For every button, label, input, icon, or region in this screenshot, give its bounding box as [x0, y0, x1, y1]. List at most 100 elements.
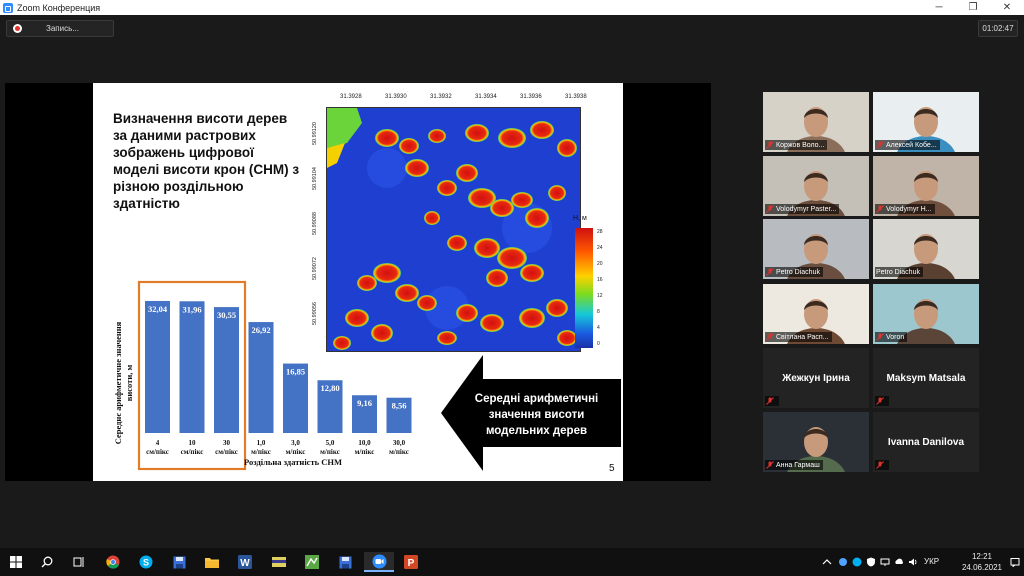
mic-muted-icon: [876, 205, 884, 213]
chart-tick-label: 30: [223, 439, 231, 447]
map-top-tick: 31.3938: [565, 94, 587, 100]
participant-name: Petro Diachuk: [876, 268, 920, 276]
map-top-ticks: 31.3928 31.3930 31.3932 31.3934 31.3936 31.39…: [326, 94, 587, 106]
chart-tick-label-unit: м/пікс: [389, 448, 409, 456]
chart-tick-label-unit: м/пікс: [286, 448, 306, 456]
map-top-tick: 31.3928: [340, 94, 362, 100]
colorbar-tick: 16: [597, 277, 603, 283]
chart-tick-label-unit: см/пікс: [215, 448, 238, 456]
recording-indicator[interactable]: Запись...: [6, 20, 114, 37]
participant-tile[interactable]: Коржов Воло...: [763, 92, 869, 152]
chart-ylabel: Середнє арифметичне значеннявисоти, м: [113, 321, 134, 444]
participant-tile[interactable]: Petro Diachuk: [873, 219, 979, 279]
task-view-icon[interactable]: [68, 552, 90, 572]
chart-bar: [179, 301, 205, 433]
mic-muted-icon: [876, 397, 884, 405]
recording-label: Запись...: [46, 24, 79, 33]
chart-tick-label: 1,0: [257, 439, 266, 447]
chart-data-label: 12,80: [320, 383, 339, 393]
participant-tile[interactable]: Жежкун Ірина: [763, 348, 869, 408]
chart-tick-label: 5,0: [326, 439, 335, 447]
participant-tile[interactable]: Voron: [873, 284, 979, 344]
participant-nametag: Petro Diachuk: [765, 267, 823, 277]
word-icon[interactable]: W: [234, 552, 256, 572]
notification-icon[interactable]: [1010, 557, 1020, 567]
file-explorer-icon[interactable]: [201, 552, 223, 572]
participant-tile[interactable]: Анна Гармаш: [763, 412, 869, 472]
meeting-timer: 01:02:47: [978, 20, 1018, 37]
mic-muted-icon: [766, 461, 774, 469]
system-clock[interactable]: 12:21 24.06.2021: [962, 551, 1002, 573]
shared-screen: Визначення висоти дерев за даними растро…: [5, 83, 711, 481]
colorbar-label: H, м: [573, 215, 587, 222]
zoom-app-icon: [3, 2, 13, 13]
cloud-icon[interactable]: [838, 557, 848, 567]
save-disk-icon[interactable]: [168, 552, 190, 572]
participant-name: Voron: [886, 333, 905, 341]
map-left-tick: 50.99120: [312, 122, 318, 145]
skype-tray-icon[interactable]: [852, 557, 862, 567]
map-left-tick: 50.99104: [312, 167, 318, 190]
input-language[interactable]: УКР: [924, 557, 939, 566]
minimize-button[interactable]: ─: [922, 0, 956, 15]
chart-bar: [214, 307, 239, 433]
chart-data-label: 8,56: [392, 401, 407, 411]
map-top-tick: 31.3930: [385, 94, 407, 100]
zoom-window: Zoom Конференция ─ ❐ ✕ Запись... 01:02:4…: [0, 0, 1024, 576]
participant-name: Volodymyr H...: [886, 205, 932, 213]
map-left-tick: 50.99088: [312, 212, 318, 235]
close-button[interactable]: ✕: [990, 0, 1024, 15]
chart-tick-label: 30,0: [393, 439, 406, 447]
svg-text:W: W: [240, 558, 250, 569]
cloud-sync-icon[interactable]: [894, 557, 904, 567]
participant-nametag: Volodymyr H...: [875, 204, 935, 214]
chart-tick-label: 3,0: [291, 439, 300, 447]
participant-tile[interactable]: Maksym Matsala: [873, 348, 979, 408]
save-disk-icon-2[interactable]: [334, 552, 356, 572]
participant-nametag: [875, 396, 889, 406]
chart-tick-label-unit: м/пікс: [355, 448, 375, 456]
chart-tick-label: 10: [189, 439, 197, 447]
mic-muted-icon: [876, 141, 884, 149]
search-icon[interactable]: [36, 552, 58, 572]
powerpoint-icon[interactable]: P: [400, 552, 422, 572]
colorbar-tick: 12: [597, 293, 603, 299]
participant-nametag: Volodymyr Paster...: [765, 204, 840, 214]
participant-tile[interactable]: Volodymyr Paster...: [763, 156, 869, 216]
map-tool-icon[interactable]: [301, 552, 323, 572]
chrome-icon[interactable]: [102, 552, 124, 572]
slide-title: Визначення висоти дерев за даними растро…: [113, 111, 300, 211]
participant-name: Volodymyr Paster...: [776, 205, 837, 213]
chart-ylabel-line: Середнє арифметичне значення: [113, 321, 123, 444]
restore-button[interactable]: ❐: [956, 0, 990, 15]
chart-data-label: 9,16: [357, 398, 372, 408]
participant-tile[interactable]: Світлана Расп...: [763, 284, 869, 344]
skype-icon[interactable]: S: [135, 552, 157, 572]
participant-nametag: [765, 396, 779, 406]
chevron-up-icon[interactable]: [822, 557, 832, 567]
winrar-icon[interactable]: [268, 552, 290, 572]
chart-tick-label: 4: [156, 439, 160, 447]
chart-data-label: 30,55: [217, 310, 236, 320]
volume-icon[interactable]: [908, 557, 918, 567]
network-icon[interactable]: [880, 557, 890, 567]
windows-start-icon[interactable]: [5, 552, 27, 572]
participant-tile[interactable]: Ivanna Danilova: [873, 412, 979, 472]
map-top-tick: 31.3934: [475, 94, 497, 100]
colorbar-tick: 24: [597, 245, 603, 251]
zoom-taskbar-icon[interactable]: [364, 552, 394, 572]
chart-data-label: 16,85: [286, 367, 305, 377]
height-colorbar: [575, 228, 593, 348]
participant-name: Світлана Расп...: [776, 333, 829, 341]
chart-data-label: 32,04: [148, 304, 168, 314]
chart-bar: [145, 300, 170, 433]
clock-time: 12:21: [971, 552, 992, 561]
title-bar: Zoom Конференция ─ ❐ ✕: [0, 0, 1024, 15]
mic-muted-icon: [766, 397, 774, 405]
callout-text: Середні арифметичні значення висоти моде…: [474, 393, 599, 437]
shield-icon[interactable]: [866, 557, 876, 567]
participant-tile[interactable]: Алексей Кобе...: [873, 92, 979, 152]
participant-tile[interactable]: Petro Diachuk: [763, 219, 869, 279]
colorbar-tick: 0: [597, 341, 600, 347]
participant-tile[interactable]: Volodymyr H...: [873, 156, 979, 216]
